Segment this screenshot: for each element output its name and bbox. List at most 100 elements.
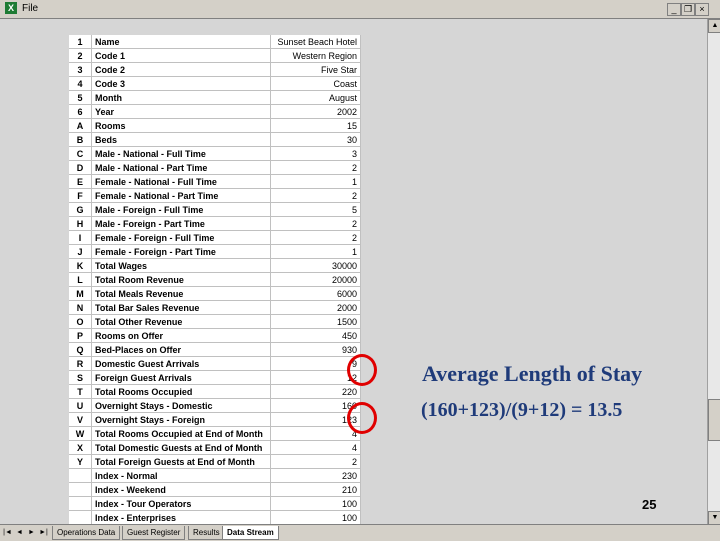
scroll-down-icon[interactable]: ▼: [708, 511, 720, 525]
cell-label[interactable]: Total Meals Revenue: [91, 286, 271, 301]
sheet-tab[interactable]: Operations Data: [52, 526, 121, 540]
cell-value[interactable]: 230: [270, 468, 361, 483]
cell-value[interactable]: 100: [270, 496, 361, 511]
cell-label[interactable]: Index - Enterprises: [91, 510, 271, 525]
menu-file[interactable]: File: [22, 3, 38, 14]
cell-label[interactable]: Total Wages: [91, 258, 271, 273]
cell-value[interactable]: 930: [270, 342, 361, 357]
cell-value[interactable]: 4: [270, 426, 361, 441]
cell-value[interactable]: 1: [270, 244, 361, 259]
cell-label[interactable]: Total Rooms Occupied: [91, 384, 271, 399]
cell-code[interactable]: [69, 496, 92, 511]
cell-code[interactable]: U: [69, 398, 92, 413]
cell-label[interactable]: Female - National - Full Time: [91, 174, 271, 189]
cell-value[interactable]: 3: [270, 146, 361, 161]
cell-value[interactable]: August: [270, 90, 361, 105]
cell-value[interactable]: 5: [270, 202, 361, 217]
cell-label[interactable]: Index - Weekend: [91, 482, 271, 497]
cell-value[interactable]: Western Region: [270, 48, 361, 63]
cell-code[interactable]: Y: [69, 454, 92, 469]
cell-code[interactable]: 5: [69, 90, 92, 105]
cell-label[interactable]: Foreign Guest Arrivals: [91, 370, 271, 385]
cell-code[interactable]: V: [69, 412, 92, 427]
cell-label[interactable]: Name: [91, 35, 271, 49]
cell-code[interactable]: X: [69, 440, 92, 455]
prev-sheet-icon[interactable]: ◄: [15, 528, 24, 537]
cell-code[interactable]: S: [69, 370, 92, 385]
cell-label[interactable]: Male - National - Full Time: [91, 146, 271, 161]
cell-code[interactable]: W: [69, 426, 92, 441]
cell-label[interactable]: Total Room Revenue: [91, 272, 271, 287]
vertical-scrollbar[interactable]: ▲ ▼: [707, 19, 720, 525]
cell-label[interactable]: Total Domestic Guests at End of Month: [91, 440, 271, 455]
cell-code[interactable]: A: [69, 118, 92, 133]
minimize-button[interactable]: _: [667, 3, 681, 16]
cell-value[interactable]: Coast: [270, 76, 361, 91]
cell-label[interactable]: Female - Foreign - Full Time: [91, 230, 271, 245]
cell-code[interactable]: P: [69, 328, 92, 343]
cell-label[interactable]: Code 1: [91, 48, 271, 63]
cell-value[interactable]: 220: [270, 384, 361, 399]
cell-value[interactable]: 30000: [270, 258, 361, 273]
cell-label[interactable]: Index - Normal: [91, 468, 271, 483]
cell-value[interactable]: 30: [270, 132, 361, 147]
cell-label[interactable]: Beds: [91, 132, 271, 147]
cell-label[interactable]: Female - National - Part Time: [91, 188, 271, 203]
cell-code[interactable]: 1: [69, 35, 92, 49]
cell-value[interactable]: 15: [270, 118, 361, 133]
cell-label[interactable]: Overnight Stays - Foreign: [91, 412, 271, 427]
sheet-tab[interactable]: Guest Register: [122, 526, 186, 540]
cell-value[interactable]: 20000: [270, 272, 361, 287]
cell-label[interactable]: Male - Foreign - Full Time: [91, 202, 271, 217]
cell-value[interactable]: 2000: [270, 300, 361, 315]
cell-label[interactable]: Total Rooms Occupied at End of Month: [91, 426, 271, 441]
cell-label[interactable]: Bed-Places on Offer: [91, 342, 271, 357]
cell-code[interactable]: D: [69, 160, 92, 175]
cell-label[interactable]: Female - Foreign - Part Time: [91, 244, 271, 259]
excel-app-icon[interactable]: X: [5, 2, 17, 14]
cell-value[interactable]: 100: [270, 510, 361, 525]
cell-value[interactable]: 4: [270, 440, 361, 455]
close-button[interactable]: ×: [695, 3, 709, 16]
last-sheet-icon[interactable]: ►|: [39, 528, 48, 537]
cell-code[interactable]: N: [69, 300, 92, 315]
cell-code[interactable]: 2: [69, 48, 92, 63]
cell-code[interactable]: [69, 482, 92, 497]
cell-code[interactable]: R: [69, 356, 92, 371]
cell-code[interactable]: K: [69, 258, 92, 273]
cell-code[interactable]: L: [69, 272, 92, 287]
cell-label[interactable]: Year: [91, 104, 271, 119]
cell-code[interactable]: [69, 510, 92, 525]
cell-value[interactable]: 2: [270, 160, 361, 175]
sheet-tab[interactable]: Results: [188, 526, 225, 540]
cell-code[interactable]: T: [69, 384, 92, 399]
cell-code[interactable]: 3: [69, 62, 92, 77]
cell-value[interactable]: 6000: [270, 286, 361, 301]
cell-code[interactable]: G: [69, 202, 92, 217]
cell-code[interactable]: [69, 468, 92, 483]
scroll-thumb[interactable]: [708, 399, 720, 441]
cell-code[interactable]: I: [69, 230, 92, 245]
cell-label[interactable]: Rooms on Offer: [91, 328, 271, 343]
cell-code[interactable]: F: [69, 188, 92, 203]
cell-label[interactable]: Total Other Revenue: [91, 314, 271, 329]
cell-code[interactable]: C: [69, 146, 92, 161]
cell-code[interactable]: H: [69, 216, 92, 231]
cell-value[interactable]: 2002: [270, 104, 361, 119]
cell-value[interactable]: 2: [270, 188, 361, 203]
cell-label[interactable]: Domestic Guest Arrivals: [91, 356, 271, 371]
cell-value[interactable]: 1: [270, 174, 361, 189]
cell-label[interactable]: Male - National - Part Time: [91, 160, 271, 175]
sheet-tab[interactable]: Data Stream: [222, 526, 279, 540]
cell-label[interactable]: Index - Tour Operators: [91, 496, 271, 511]
cell-value[interactable]: 2: [270, 216, 361, 231]
cell-value[interactable]: Sunset Beach Hotel: [270, 35, 361, 49]
cell-label[interactable]: Overnight Stays - Domestic: [91, 398, 271, 413]
cell-code[interactable]: 6: [69, 104, 92, 119]
restore-button[interactable]: ❐: [681, 3, 695, 16]
cell-code[interactable]: 4: [69, 76, 92, 91]
cell-label[interactable]: Code 3: [91, 76, 271, 91]
cell-label[interactable]: Total Foreign Guests at End of Month: [91, 454, 271, 469]
cell-label[interactable]: Total Bar Sales Revenue: [91, 300, 271, 315]
next-sheet-icon[interactable]: ►: [27, 528, 36, 537]
